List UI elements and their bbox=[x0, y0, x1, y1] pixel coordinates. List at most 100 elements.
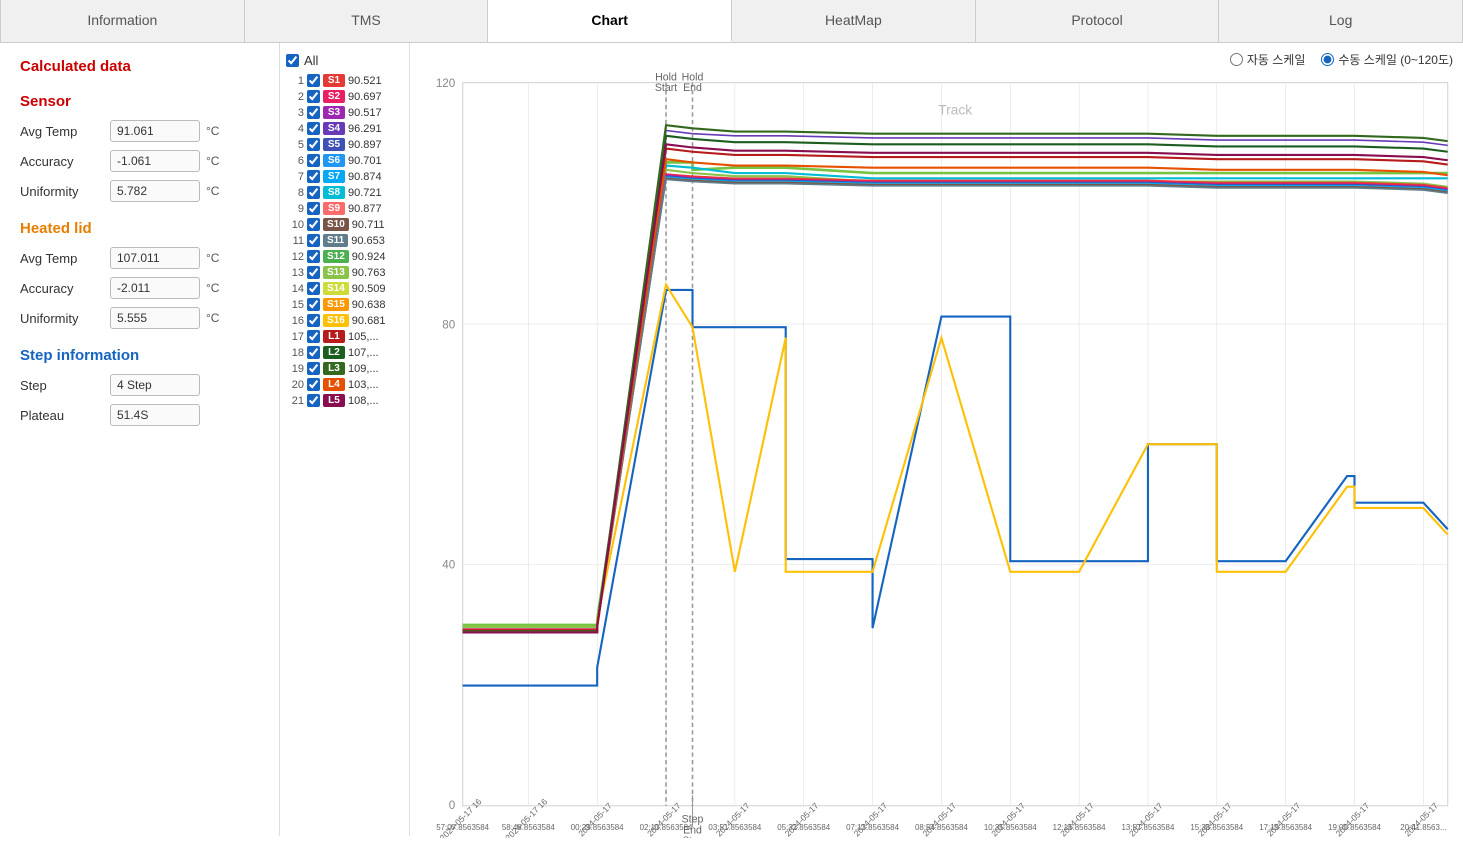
legend-item: 14 S14 90.509 bbox=[286, 282, 403, 295]
tab-information[interactable]: Information bbox=[0, 0, 245, 42]
legend-badge-S14: S14 bbox=[323, 282, 349, 295]
legend-val-S4: 96.291 bbox=[348, 123, 382, 135]
legend-checkbox-L5[interactable] bbox=[307, 394, 320, 407]
legend-item: 19 L3 109,... bbox=[286, 362, 403, 375]
tab-tms[interactable]: TMS bbox=[245, 0, 489, 42]
sensor-accuracy-label: Accuracy bbox=[20, 154, 110, 169]
legend-checkbox-S13[interactable] bbox=[307, 266, 320, 279]
legend-val-S13: 90.763 bbox=[352, 267, 386, 279]
manual-scale-radio[interactable] bbox=[1321, 53, 1334, 66]
legend-val-S1: 90.521 bbox=[348, 75, 382, 87]
legend-item: 20 L4 103,... bbox=[286, 378, 403, 391]
legend-badge-S7: S7 bbox=[323, 170, 345, 183]
legend-checkbox-S16[interactable] bbox=[307, 314, 320, 327]
svg-text:00:29.8563584: 00:29.8563584 bbox=[571, 823, 624, 832]
legend-checkbox-S4[interactable] bbox=[307, 122, 320, 135]
legend-item: 12 S12 90.924 bbox=[286, 250, 403, 263]
legend-item: 16 S16 90.681 bbox=[286, 314, 403, 327]
sensor-uniformity-input[interactable] bbox=[110, 180, 200, 202]
svg-text:Start: Start bbox=[655, 82, 677, 94]
legend-item: 10 S10 90.711 bbox=[286, 218, 403, 231]
svg-text:57:07.8563584: 57:07.8563584 bbox=[436, 823, 489, 832]
svg-text:03:51.8563584: 03:51.8563584 bbox=[708, 823, 761, 832]
tab-heatmap[interactable]: HeatMap bbox=[732, 0, 976, 42]
sensor-avg-temp-unit: °C bbox=[206, 124, 219, 138]
lid-avg-temp-input[interactable] bbox=[110, 247, 200, 269]
legend-all-label: All bbox=[304, 53, 318, 68]
sensor-uniformity-label: Uniformity bbox=[20, 184, 110, 199]
step-info-title: Step information bbox=[20, 347, 259, 364]
legend-num: 19 bbox=[286, 363, 304, 375]
legend-val-S7: 90.874 bbox=[348, 171, 382, 183]
legend-badge-S9: S9 bbox=[323, 202, 345, 215]
sensor-title: Sensor bbox=[20, 93, 259, 110]
svg-text:40: 40 bbox=[442, 559, 455, 572]
legend-badge-L2: L2 bbox=[323, 346, 345, 359]
legend-checkbox-S2[interactable] bbox=[307, 90, 320, 103]
legend-checkbox-L4[interactable] bbox=[307, 378, 320, 391]
legend-num: 17 bbox=[286, 331, 304, 343]
legend-num: 9 bbox=[286, 203, 304, 215]
legend-checkbox-S5[interactable] bbox=[307, 138, 320, 151]
legend-checkbox-S8[interactable] bbox=[307, 186, 320, 199]
legend-badge-S6: S6 bbox=[323, 154, 345, 167]
svg-text:20:41.8563...: 20:41.8563... bbox=[1400, 823, 1446, 832]
tab-log[interactable]: Log bbox=[1219, 0, 1463, 42]
legend-checkbox-S14[interactable] bbox=[307, 282, 320, 295]
svg-text:07:13.8563584: 07:13.8563584 bbox=[846, 823, 899, 832]
legend-checkbox-S11[interactable] bbox=[307, 234, 320, 247]
lid-uniformity-input[interactable] bbox=[110, 307, 200, 329]
lid-accuracy-input[interactable] bbox=[110, 277, 200, 299]
legend-checkbox-L2[interactable] bbox=[307, 346, 320, 359]
legend-checkbox-S1[interactable] bbox=[307, 74, 320, 87]
lid-accuracy-unit: °C bbox=[206, 281, 219, 295]
legend-num: 5 bbox=[286, 139, 304, 151]
sensor-avg-temp-label: Avg Temp bbox=[20, 124, 110, 139]
legend-badge-S15: S15 bbox=[323, 298, 349, 311]
legend-checkbox-S10[interactable] bbox=[307, 218, 320, 231]
legend-all-row[interactable]: All bbox=[286, 53, 403, 68]
legend-num: 6 bbox=[286, 155, 304, 167]
legend-all-checkbox[interactable] bbox=[286, 54, 299, 67]
auto-scale-radio[interactable] bbox=[1230, 53, 1243, 66]
legend-badge-S2: S2 bbox=[323, 90, 345, 103]
legend-checkbox-S12[interactable] bbox=[307, 250, 320, 263]
auto-scale-option[interactable]: 자동 스케일 bbox=[1230, 51, 1306, 68]
legend-checkbox-L3[interactable] bbox=[307, 362, 320, 375]
sensor-avg-temp-input[interactable] bbox=[110, 120, 200, 142]
tab-protocol[interactable]: Protocol bbox=[976, 0, 1220, 42]
svg-text:58:48.8563584: 58:48.8563584 bbox=[502, 823, 555, 832]
manual-scale-option[interactable]: 수동 스케일 (0~120도) bbox=[1321, 51, 1453, 68]
svg-text:15:38.8563584: 15:38.8563584 bbox=[1190, 823, 1243, 832]
legend-num: 10 bbox=[286, 219, 304, 231]
legend-val-L5: 108,... bbox=[348, 395, 379, 407]
legend-checkbox-S7[interactable] bbox=[307, 170, 320, 183]
legend-item: 6 S6 90.701 bbox=[286, 154, 403, 167]
sensor-accuracy-input[interactable] bbox=[110, 150, 200, 172]
chart-wrapper: 120 80 40 0 Hold Hold Start End Step End… bbox=[415, 72, 1453, 838]
svg-text:80: 80 bbox=[442, 318, 455, 331]
chart-svg: 120 80 40 0 Hold Hold Start End Step End… bbox=[415, 72, 1453, 838]
svg-text:19:00.8563584: 19:00.8563584 bbox=[1328, 823, 1381, 832]
legend-checkbox-S15[interactable] bbox=[307, 298, 320, 311]
legend-checkbox-L1[interactable] bbox=[307, 330, 320, 343]
step-input[interactable] bbox=[110, 374, 200, 396]
tab-chart[interactable]: Chart bbox=[488, 0, 732, 42]
plateau-label: Plateau bbox=[20, 408, 110, 423]
plateau-input[interactable] bbox=[110, 404, 200, 426]
legend-val-S3: 90.517 bbox=[348, 107, 382, 119]
lid-accuracy-label: Accuracy bbox=[20, 281, 110, 296]
legend-item: 9 S9 90.877 bbox=[286, 202, 403, 215]
legend-item: 17 L1 105,... bbox=[286, 330, 403, 343]
legend-checkbox-S3[interactable] bbox=[307, 106, 320, 119]
legend-checkbox-S6[interactable] bbox=[307, 154, 320, 167]
legend-num: 15 bbox=[286, 299, 304, 311]
legend-item: 5 S5 90.897 bbox=[286, 138, 403, 151]
legend-val-S12: 90.924 bbox=[352, 251, 386, 263]
svg-text:08:54.8563584: 08:54.8563584 bbox=[915, 823, 968, 832]
svg-text:05:32.8563584: 05:32.8563584 bbox=[777, 823, 830, 832]
svg-text:Track: Track bbox=[938, 103, 972, 118]
legend-checkbox-S9[interactable] bbox=[307, 202, 320, 215]
legend-badge-S8: S8 bbox=[323, 186, 345, 199]
main-content: Calculated data Sensor Avg Temp °C Accur… bbox=[0, 43, 1463, 836]
